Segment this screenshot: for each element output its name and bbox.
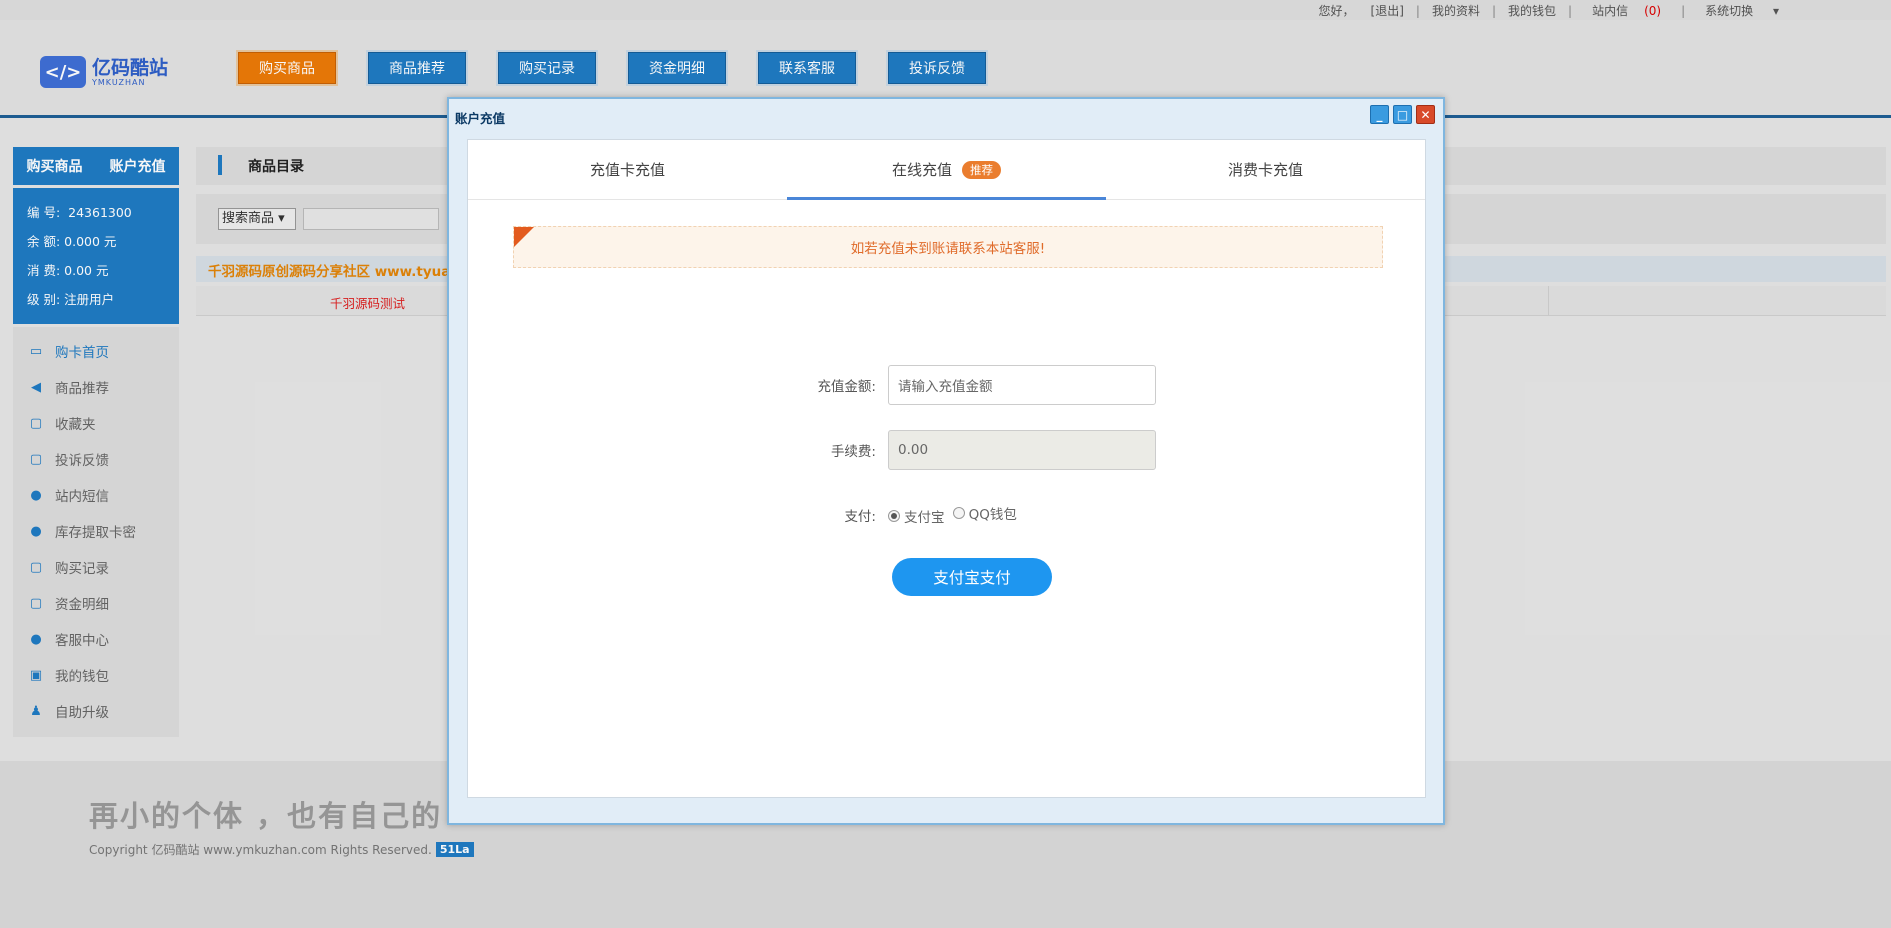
radio-label: 支付宝 (904, 510, 945, 526)
dialog-title: 账户充值 (455, 111, 506, 126)
payment-row: 支付: 支付宝 QQ钱包 (468, 503, 1425, 526)
warning-text: 如若充值未到账请联系本站客服! (850, 241, 1046, 257)
tab-online-recharge[interactable]: 在线充值 推荐 (787, 140, 1106, 200)
radio-label: QQ钱包 (968, 507, 1017, 523)
tab-label: 在线充值 (891, 161, 952, 179)
tab-card-recharge[interactable]: 充值卡充值 (468, 140, 787, 199)
tab-label: 充值卡充值 (589, 161, 665, 179)
radio-dot (952, 507, 965, 519)
amount-placeholder: 请输入充值金额 (898, 379, 993, 395)
window-controls: _ □ ✕ (1366, 105, 1435, 124)
recharge-dialog: 账户充值 _ □ ✕ 充值卡充值 在线充值 推荐 消费卡充值 如若充值未到账请联系… (447, 97, 1445, 825)
recommend-badge: 推荐 (962, 160, 1001, 179)
alipay-radio[interactable]: 支付宝 (888, 506, 945, 526)
minimize-icon[interactable]: _ (1370, 105, 1389, 124)
fee-field: 0.00 (888, 430, 1156, 470)
payment-label: 支付: (844, 508, 876, 525)
pin-flag-icon (514, 227, 534, 247)
warning-notice: 如若充值未到账请联系本站客服! (513, 226, 1383, 268)
amount-row: 充值金额: 请输入充值金额 (468, 365, 1425, 405)
tab-label: 消费卡充值 (1227, 161, 1303, 179)
payment-options: 支付宝 QQ钱包 (888, 503, 1021, 526)
close-icon[interactable]: ✕ (1416, 105, 1435, 124)
tab-consumer-card-recharge[interactable]: 消费卡充值 (1106, 140, 1425, 199)
alipay-pay-button[interactable]: 支付宝支付 (892, 558, 1052, 596)
maximize-icon[interactable]: □ (1393, 105, 1412, 124)
fee-label: 手续费: (830, 444, 876, 460)
radio-dot (888, 510, 900, 522)
qq-wallet-radio[interactable]: QQ钱包 (952, 503, 1017, 523)
amount-input[interactable]: 请输入充值金额 (888, 365, 1156, 405)
recharge-tabs: 充值卡充值 在线充值 推荐 消费卡充值 (468, 140, 1425, 200)
dialog-body: 充值卡充值 在线充值 推荐 消费卡充值 如若充值未到账请联系本站客服! 充值金额:… (467, 139, 1426, 798)
fee-row: 手续费: 0.00 (468, 430, 1425, 470)
fee-value: 0.00 (898, 442, 929, 458)
amount-label: 充值金额: (817, 379, 876, 395)
